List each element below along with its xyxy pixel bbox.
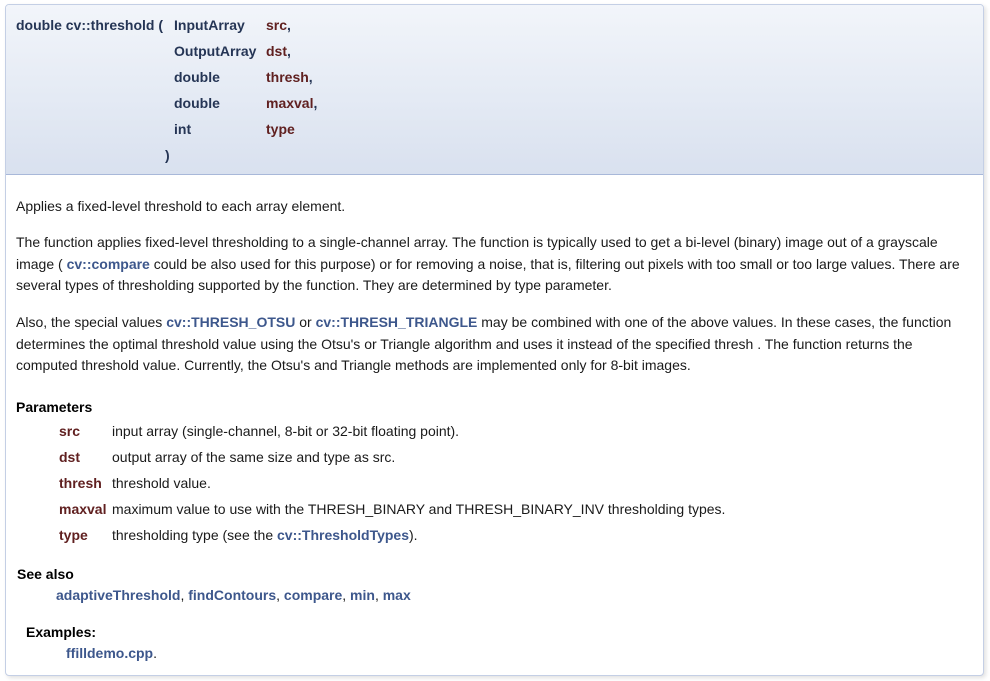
function-name: double cv::threshold ( [16, 17, 163, 33]
param-type-type: int [174, 121, 192, 137]
see-also-min-link[interactable]: min [350, 587, 375, 603]
param-name-maxval: maxval, [266, 95, 318, 111]
param-label-maxval: maxval [59, 501, 107, 517]
param-label-src: src [59, 423, 81, 439]
param-name-thresh: thresh, [266, 69, 313, 85]
description-paragraph-1: The function applies fixed-level thresho… [16, 234, 960, 293]
examples-heading: Examples: [26, 624, 97, 640]
param-desc-maxval: maximum value to use with the THRESH_BIN… [112, 501, 726, 517]
function-doc-item: double cv::threshold ( InputArray src, O… [5, 4, 984, 676]
compare-link[interactable]: cv::compare [67, 256, 150, 272]
thresh-otsu-link[interactable]: cv::THRESH_OTSU [166, 314, 295, 330]
param-row-maxval: maxval maximum value to use with the THRE… [59, 498, 725, 520]
description-paragraph-2: Also, the special values cv::THRESH_OTSU… [16, 314, 952, 373]
param-label-dst: dst [59, 449, 80, 465]
see-also-adaptive-threshold-link[interactable]: adaptiveThreshold [56, 587, 180, 603]
param-name-dst: dst, [266, 43, 291, 59]
example-ffilldemo-link[interactable]: ffilldemo.cpp [66, 645, 153, 661]
param-type-maxval: double [174, 95, 220, 111]
param-type-thresh: double [174, 69, 220, 85]
param-label-type: type [59, 527, 88, 543]
threshold-types-link[interactable]: cv::ThresholdTypes [277, 527, 409, 543]
see-also-max-link[interactable]: max [383, 587, 411, 603]
param-row-dst: dst output array of the same size and typ… [59, 446, 395, 468]
param-type-dst: OutputArray [174, 43, 257, 59]
thresh-triangle-link[interactable]: cv::THRESH_TRIANGLE [316, 314, 478, 330]
examples-list: ffilldemo.cpp. [66, 645, 158, 661]
param-desc-dst: output array of the same size and type a… [112, 449, 396, 465]
brief-description: Applies a fixed-level threshold to each … [16, 198, 346, 214]
param-desc-thresh: threshold value. [112, 475, 211, 491]
param-row-thresh: thresh threshold value. [59, 472, 211, 494]
parameters-heading: Parameters [16, 399, 93, 415]
param-desc-type: thresholding type (see the cv::Threshold… [112, 527, 418, 543]
param-row-type: type thresholding type (see the cv::Thres… [59, 524, 418, 546]
function-prototype: double cv::threshold ( InputArray src, O… [6, 5, 983, 175]
prototype-close-paren: ) [165, 147, 170, 163]
param-row-src: src input array (single-channel, 8-bit or… [59, 420, 459, 442]
see-also-find-contours-link[interactable]: findContours [188, 587, 276, 603]
see-also-links: adaptiveThreshold, findContours, compare… [56, 587, 411, 603]
param-label-thresh: thresh [59, 475, 102, 491]
param-name-src: src, [266, 17, 291, 33]
param-desc-src: input array (single-channel, 8-bit or 32… [112, 423, 460, 439]
see-also-compare-link[interactable]: compare [284, 587, 342, 603]
param-type-src: InputArray [174, 17, 245, 33]
param-name-type: type [266, 121, 295, 137]
see-also-heading: See also [17, 566, 74, 582]
